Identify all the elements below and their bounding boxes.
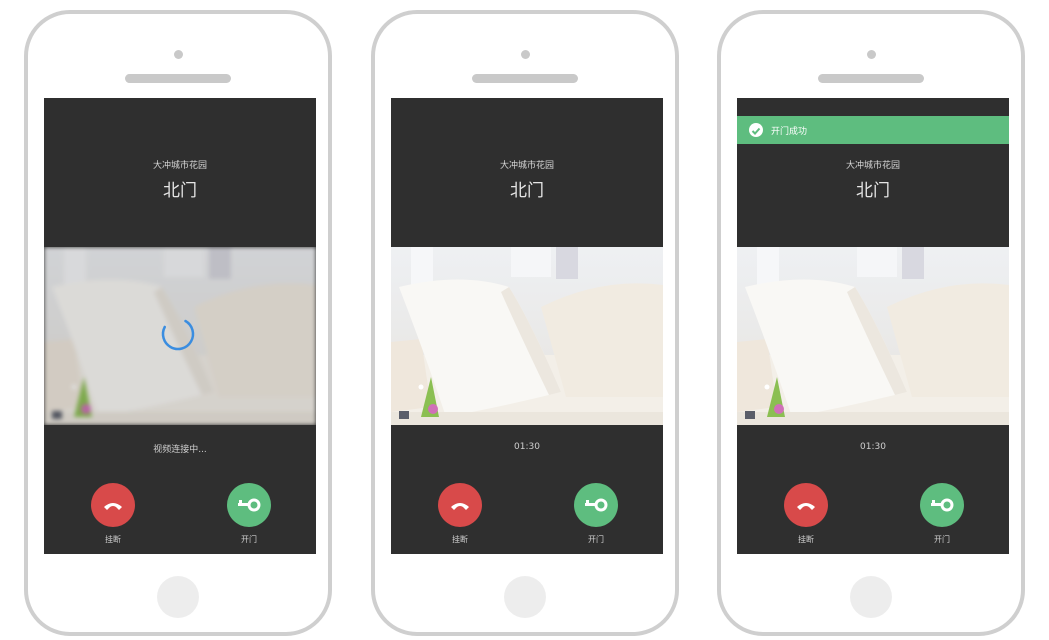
call-header: 大冲城市花园 北门 — [391, 98, 663, 246]
phone-hangup-icon — [797, 503, 815, 510]
phone-frame-3: 开门成功 大冲城市花园 北门 01:30 挂断 开门 — [717, 10, 1025, 636]
earpiece-speaker — [818, 74, 924, 83]
video-feed — [44, 247, 316, 425]
hangup-label: 挂断 — [798, 535, 814, 544]
earpiece-speaker — [125, 74, 231, 83]
gate-name: 北门 — [163, 181, 197, 201]
call-header: 大冲城市花园 北门 — [44, 98, 316, 246]
success-toast: 开门成功 — [737, 116, 1009, 144]
toast-message: 开门成功 — [771, 127, 808, 137]
open-door-label: 开门 — [588, 535, 604, 544]
home-button[interactable] — [850, 576, 892, 618]
open-door-button[interactable] — [574, 483, 618, 527]
phone-frame-2: 大冲城市花园 北门 01:30 挂断 开门 — [371, 10, 679, 636]
call-timer: 01:30 — [860, 442, 886, 452]
loading-spinner-icon — [161, 317, 195, 351]
open-door-button[interactable] — [920, 483, 964, 527]
sofa-with-pillows-image — [737, 247, 1009, 425]
open-door-button[interactable] — [227, 483, 271, 527]
video-feed — [391, 247, 663, 425]
earpiece-speaker — [472, 74, 578, 83]
open-door-label: 开门 — [241, 535, 257, 544]
intercom-screen: 大冲城市花园 北门 01:30 挂断 开门 — [391, 98, 663, 554]
check-circle-icon — [749, 123, 763, 137]
intercom-screen: 大冲城市花园 北门 视频连接中... 挂断 开门 — [44, 98, 316, 554]
home-button[interactable] — [157, 576, 199, 618]
front-camera — [520, 50, 530, 59]
home-button[interactable] — [504, 576, 546, 618]
front-camera — [866, 50, 876, 59]
hangup-button[interactable] — [784, 483, 828, 527]
open-door-label: 开门 — [934, 535, 950, 544]
community-name: 大冲城市花园 — [845, 161, 900, 171]
key-icon — [238, 498, 261, 512]
call-timer: 01:30 — [514, 442, 540, 452]
intercom-screen: 开门成功 大冲城市花园 北门 01:30 挂断 开门 — [737, 98, 1009, 554]
gate-name: 北门 — [856, 181, 890, 201]
gate-name: 北门 — [510, 181, 544, 201]
phone-hangup-icon — [451, 503, 469, 510]
call-status: 视频连接中... — [153, 445, 207, 455]
video-feed — [737, 247, 1009, 425]
community-name: 大冲城市花园 — [499, 161, 554, 171]
key-icon — [931, 498, 954, 512]
phone-hangup-icon — [104, 503, 122, 510]
hangup-label: 挂断 — [452, 535, 468, 544]
call-header: 开门成功 大冲城市花园 北门 — [737, 98, 1009, 246]
hangup-button[interactable] — [91, 483, 135, 527]
front-camera — [173, 50, 183, 59]
key-icon — [585, 498, 608, 512]
hangup-button[interactable] — [438, 483, 482, 527]
community-name: 大冲城市花园 — [152, 161, 207, 171]
sofa-with-pillows-image — [391, 247, 663, 425]
hangup-label: 挂断 — [105, 535, 121, 544]
phone-frame-1: 大冲城市花园 北门 视频连接中... 挂断 开门 — [24, 10, 332, 636]
